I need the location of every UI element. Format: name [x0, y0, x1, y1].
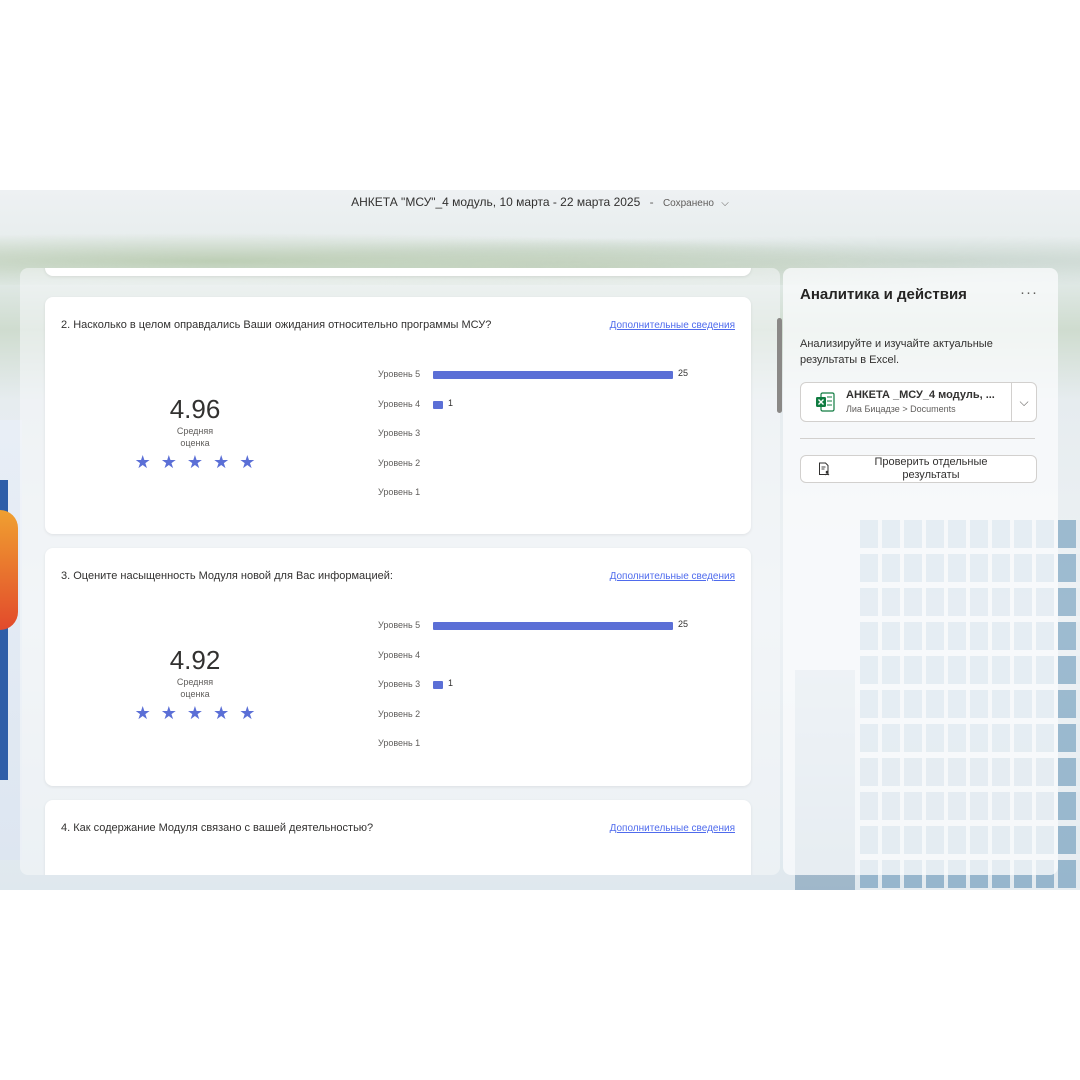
level-label: Уровень 2 [378, 457, 421, 468]
level-label: Уровень 5 [378, 620, 421, 630]
more-details-link[interactable]: Дополнительные сведения [610, 823, 735, 834]
level-label: Уровень 3 [378, 679, 421, 689]
divider [800, 438, 1035, 439]
average-label: Средняя оценка [176, 677, 214, 699]
star-icon: ★ [239, 452, 256, 472]
level-count: 1 [448, 397, 454, 408]
level-row: Уровень 3 1 [378, 678, 718, 709]
more-details-link[interactable]: Дополнительные сведения [610, 320, 735, 331]
previous-question-card [45, 268, 751, 276]
scrollbar-thumb[interactable] [777, 318, 782, 413]
rating-stars: ★ ★ ★ ★ ★ [125, 704, 265, 722]
background-sign [0, 420, 22, 860]
review-button-label: Проверить отдельные результаты [874, 456, 988, 481]
level-label: Уровень 4 [378, 398, 421, 409]
level-bar [433, 681, 443, 689]
level-label: Уровень 1 [378, 738, 421, 748]
level-bar [433, 622, 673, 630]
star-icon: ★ [134, 452, 151, 472]
analytics-side-panel: Аналитика и действия ··· Анализируйте и … [777, 268, 1058, 875]
level-row: Уровень 5 25 [378, 368, 718, 399]
average-label: Средняя оценка [176, 426, 214, 448]
level-count: 25 [678, 619, 689, 629]
file-path: Лиа Бицадзе > Documents [846, 404, 956, 414]
question-card-2: 2. Насколько в целом оправдались Ваши ож… [45, 297, 751, 534]
star-icon: ★ [160, 703, 177, 723]
level-row: Уровень 1 [378, 738, 718, 768]
average-value: 4.96 [169, 394, 221, 424]
star-icon: ★ [134, 703, 151, 723]
star-icon: ★ [213, 703, 230, 723]
average-rating: 4.92 Средняя оценка ★ ★ ★ ★ ★ [125, 646, 265, 722]
level-row: Уровень 2 [378, 709, 718, 739]
document-person-icon [819, 462, 830, 476]
excel-icon [816, 392, 835, 412]
star-icon: ★ [186, 703, 204, 723]
question-title: 3. Оцените насыщенность Модуля новой для… [61, 570, 393, 582]
star-icon: ★ [239, 703, 256, 723]
star-icon: ★ [160, 452, 177, 472]
level-bar [433, 371, 673, 379]
question-card-4: 4. Как содержание Модуля связано с вашей… [45, 800, 751, 875]
document-title: АНКЕТА "МСУ"_4 модуль, 10 марта - 22 мар… [351, 195, 641, 209]
more-options-icon[interactable]: ··· [1020, 284, 1038, 301]
level-bar [433, 400, 443, 409]
level-row: Уровень 5 25 [378, 619, 718, 650]
side-panel-description: Анализируйте и изучайте актуальные резул… [800, 338, 993, 366]
level-label: Уровень 5 [378, 369, 421, 379]
chevron-down-icon[interactable]: ⌵ [721, 198, 729, 209]
question-title: 4. Как содержание Модуля связано с вашей… [61, 822, 374, 834]
app-window: АНКЕТА "МСУ"_4 модуль, 10 марта - 22 мар… [0, 190, 1080, 890]
results-panel[interactable]: 2. Насколько в целом оправдались Ваши ож… [20, 268, 780, 875]
question-title: 2. Насколько в целом оправдались Ваши ож… [61, 319, 492, 331]
average-value: 4.92 [169, 645, 221, 675]
level-row: Уровень 4 1 [378, 397, 718, 429]
level-row: Уровень 3 [378, 428, 718, 458]
document-title-bar[interactable]: АНКЕТА "МСУ"_4 модуль, 10 марта - 22 мар… [0, 195, 1080, 209]
level-count: 25 [678, 368, 689, 378]
save-status: Сохранено [662, 198, 714, 209]
question-card-3: 3. Оцените насыщенность Модуля новой для… [45, 548, 751, 786]
level-count: 1 [448, 678, 454, 688]
excel-file-selector[interactable]: АНКЕТА _МСУ_4 модуль, ... Лиа Бицадзе > … [800, 382, 1037, 422]
rating-stars: ★ ★ ★ ★ ★ [125, 453, 265, 471]
level-label: Уровень 2 [378, 708, 421, 719]
level-row: Уровень 4 [378, 650, 718, 680]
title-separator: - [649, 195, 654, 209]
level-label: Уровень 1 [378, 487, 421, 497]
chevron-down-icon[interactable]: ⌵ [1011, 383, 1036, 421]
side-panel-title: Аналитика и действия [800, 286, 967, 303]
file-name: АНКЕТА _МСУ_4 модуль, ... [846, 389, 995, 401]
level-bar-chart: Уровень 5 25 Уровень 4 Уровень 3 1 Уровень 2У… [378, 619, 718, 768]
level-label: Уровень 3 [378, 428, 421, 438]
review-results-button[interactable]: Проверить отдельные результаты [800, 455, 1037, 483]
level-label: Уровень 4 [378, 649, 421, 660]
more-details-link[interactable]: Дополнительные сведения [610, 571, 735, 582]
star-icon: ★ [213, 452, 230, 472]
star-icon: ★ [186, 452, 204, 472]
average-rating: 4.96 Средняя оценка ★ ★ ★ ★ ★ [125, 395, 265, 471]
level-bar-chart: Уровень 5 25 Уровень 4 1 Уровень 3 Уровень 2 У… [378, 368, 718, 517]
level-row: Уровень 2 [378, 458, 718, 488]
level-row: Уровень 1 [378, 487, 718, 517]
